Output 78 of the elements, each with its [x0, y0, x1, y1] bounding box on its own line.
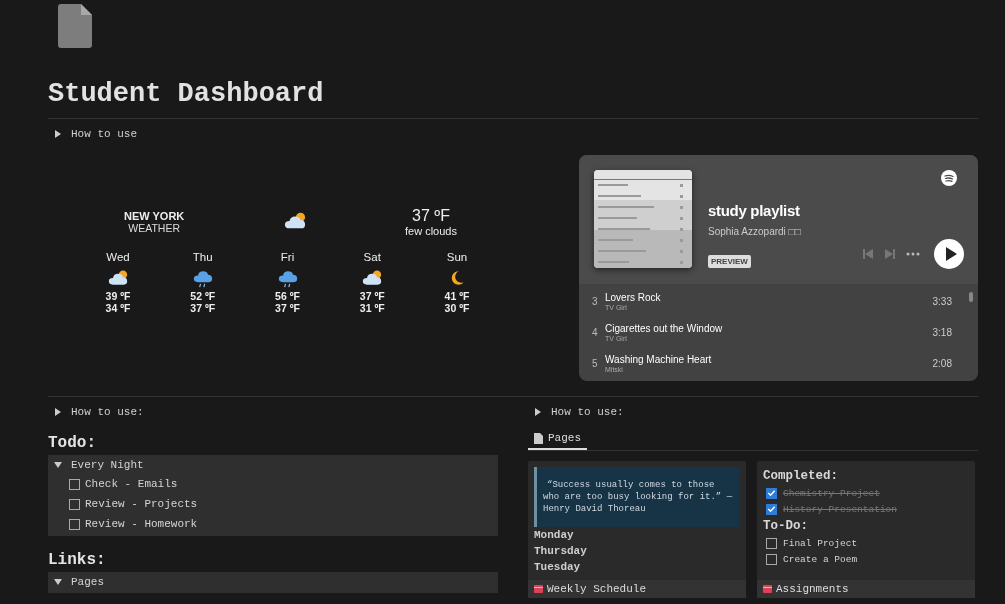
day-heading: Tuesday [534, 560, 582, 575]
low-temperature: 34 ºF [104, 301, 132, 314]
calendar-icon [534, 585, 543, 593]
checkbox[interactable] [766, 553, 777, 565]
page-title: Student Dashboard [48, 78, 325, 110]
track-duration: 3:33 [932, 296, 952, 307]
play-icon [944, 247, 957, 261]
caret-down-icon[interactable] [54, 461, 62, 469]
low-temperature: 30 ºF [443, 301, 471, 314]
weather-label: WEATHER [127, 221, 181, 234]
day-heading: Thursday [534, 544, 588, 559]
track-number: 4 [592, 327, 599, 338]
toggle-label[interactable]: How to use [71, 128, 137, 140]
list-heading: Completed: [763, 469, 839, 483]
section-heading: Todo: [48, 433, 97, 453]
day-heading: Monday [534, 528, 575, 543]
track-title[interactable]: Washing Machine Heart [605, 354, 933, 365]
track-number: 3 [592, 296, 599, 307]
task-text: Chemistry Project [783, 487, 880, 499]
caret-down-icon[interactable] [54, 578, 62, 586]
day-name: Fri [279, 250, 296, 263]
calendar-icon [763, 585, 772, 593]
task-text: Create a Poem [783, 553, 858, 565]
toggle-label[interactable]: How to use: [71, 406, 144, 418]
card-title: Assignments [776, 583, 849, 595]
city-name: NEW YORK [124, 209, 185, 222]
checkbox[interactable] [69, 478, 80, 490]
gallery-card[interactable]: “Success usually comes to those who are too busy looking for it.” — Henry David Thoreau Monday Thursday Tuesday Weekly Schedule [528, 461, 746, 598]
high-temperature: 41 ºF [443, 289, 471, 302]
toggle-label[interactable]: How to use: [551, 406, 624, 418]
track-number: 5 [592, 358, 599, 369]
checkbox[interactable] [69, 518, 80, 530]
todo-text: Review - Homework [85, 518, 198, 530]
low-temperature: 31 ºF [358, 301, 386, 314]
page-icon [58, 4, 92, 48]
checkbox[interactable] [69, 498, 80, 510]
high-temperature: 56 ºF [274, 289, 301, 302]
list-heading: To-Do: [763, 519, 809, 533]
task-text: Final Project [783, 537, 858, 549]
day-name: Wed [105, 250, 131, 263]
high-temperature: 52 ºF [189, 289, 217, 302]
caret-right-icon[interactable] [54, 408, 62, 416]
high-temperature: 39 ºF [104, 289, 132, 302]
track-title[interactable]: Lovers Rock [605, 292, 933, 303]
scrollbar[interactable] [969, 292, 973, 302]
low-temperature: 37 ºF [274, 301, 301, 314]
high-temperature: 37 ºF [358, 289, 386, 302]
music-logo-icon [941, 170, 957, 186]
track-title[interactable]: Cigarettes out the Window [605, 323, 933, 334]
day-name: Sun [445, 250, 469, 263]
caret-right-icon[interactable] [534, 408, 542, 416]
current-temperature: 37 ºF [411, 206, 451, 225]
playlist-author: Sophia Azzopardi □□ [708, 226, 801, 237]
playlist-title: study playlist [708, 202, 800, 219]
more-icon[interactable] [906, 252, 920, 256]
toggle-label[interactable]: Pages [71, 576, 104, 588]
track-duration: 2:08 [932, 358, 952, 369]
toggle-label[interactable]: Every Night [71, 459, 144, 471]
preview-badge: PREVIEW [708, 255, 751, 268]
page-icon [534, 432, 543, 444]
todo-text: Review - Projects [85, 498, 198, 510]
low-temperature: 37 ºF [189, 301, 217, 314]
caret-right-icon[interactable] [54, 130, 62, 138]
tab[interactable]: Pages [528, 429, 587, 450]
day-name: Sat [362, 250, 382, 263]
play-button[interactable] [934, 239, 964, 269]
todo-text: Check - Emails [85, 478, 178, 490]
weather-description: few clouds [405, 224, 457, 237]
section-heading: Links: [48, 550, 107, 570]
checkbox[interactable] [766, 487, 777, 499]
card-title: Weekly Schedule [547, 583, 647, 595]
task-text: History Presentation [783, 503, 898, 515]
quote-block: “Success usually comes to those who are too busy looking for it.” — Henry David Thoreau [534, 467, 740, 527]
gallery-card[interactable]: Completed: Chemistry Project History Presentation To-Do: Final Project Create a Poem Assignments [757, 461, 975, 598]
track-duration: 3:18 [932, 327, 952, 338]
day-name: Thu [191, 250, 214, 263]
checkbox[interactable] [766, 503, 777, 515]
checkbox[interactable] [766, 537, 777, 549]
